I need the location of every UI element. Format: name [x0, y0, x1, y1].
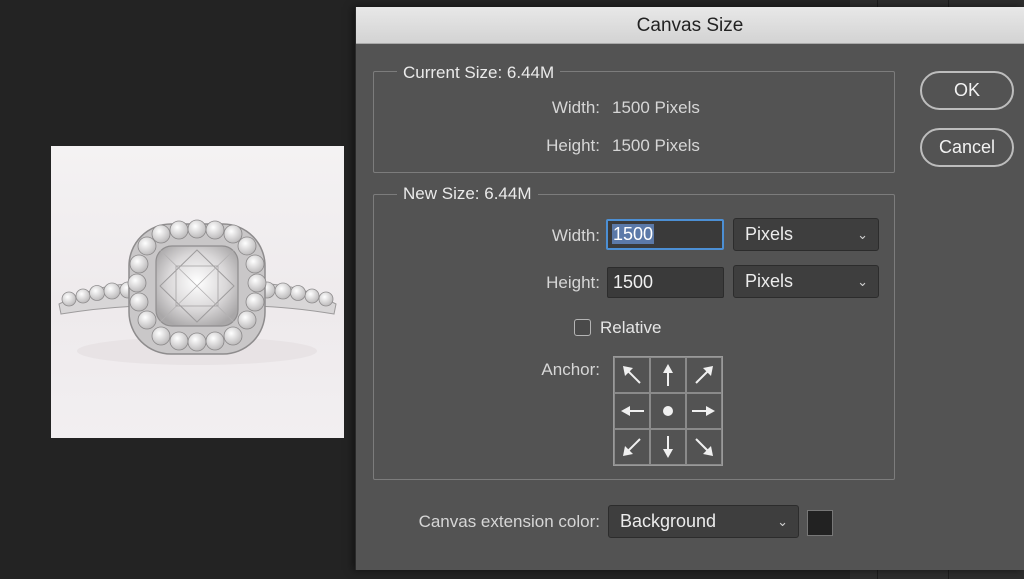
chevron-down-icon: ⌄	[857, 227, 868, 242]
arrow-down-icon[interactable]	[650, 429, 686, 465]
current-size-group	[373, 71, 895, 173]
canvas-image	[51, 146, 344, 438]
new-width-label: Width:	[551, 226, 600, 245]
arrow-up-right-icon[interactable]	[686, 357, 722, 393]
current-width-label: Width:	[551, 98, 600, 117]
anchor-grid	[613, 356, 723, 466]
arrow-left-icon[interactable]	[614, 393, 650, 429]
width-input[interactable]: 1500	[606, 219, 724, 250]
relative-label: Relative	[600, 318, 662, 337]
arrow-right-icon[interactable]	[686, 393, 722, 429]
height-input[interactable]: 1500	[607, 267, 724, 298]
chevron-down-icon: ⌄	[777, 514, 788, 529]
width-unit-dropdown[interactable]: Pixels ⌄	[733, 218, 879, 251]
width-unit-value: Pixels	[745, 224, 794, 244]
anchor-dot-icon[interactable]	[650, 393, 686, 429]
arrow-up-left-icon[interactable]	[614, 357, 650, 393]
new-size-title: New Size: 6.44M	[397, 184, 538, 204]
new-height-label: Height:	[546, 273, 600, 292]
current-width-value: 1500 Pixels	[612, 98, 700, 117]
current-size-title: Current Size: 6.44M	[397, 63, 561, 83]
canvas-size-dialog: Canvas Size Current Size: 6.44M Width: 1…	[355, 7, 1024, 570]
anchor-label: Anchor:	[541, 360, 600, 379]
arrow-down-right-icon[interactable]	[686, 429, 722, 465]
cancel-button[interactable]: Cancel	[920, 128, 1014, 167]
current-height-value: 1500 Pixels	[612, 136, 700, 155]
arrow-up-icon[interactable]	[650, 357, 686, 393]
current-height-label: Height:	[546, 136, 600, 155]
chevron-down-icon: ⌄	[857, 274, 868, 289]
height-unit-dropdown[interactable]: Pixels ⌄	[733, 265, 879, 298]
dialog-title: Canvas Size	[356, 7, 1024, 44]
arrow-down-left-icon[interactable]	[614, 429, 650, 465]
relative-checkbox[interactable]	[574, 319, 591, 336]
extension-color-swatch[interactable]	[807, 510, 833, 536]
extension-color-value: Background	[620, 511, 717, 531]
height-unit-value: Pixels	[745, 271, 794, 291]
extension-color-dropdown[interactable]: Background ⌄	[608, 505, 799, 538]
diamond-ring-image	[58, 219, 337, 365]
width-input-selection: 1500	[612, 224, 655, 244]
extension-color-label: Canvas extension color:	[418, 512, 600, 531]
ok-button[interactable]: OK	[920, 71, 1014, 110]
